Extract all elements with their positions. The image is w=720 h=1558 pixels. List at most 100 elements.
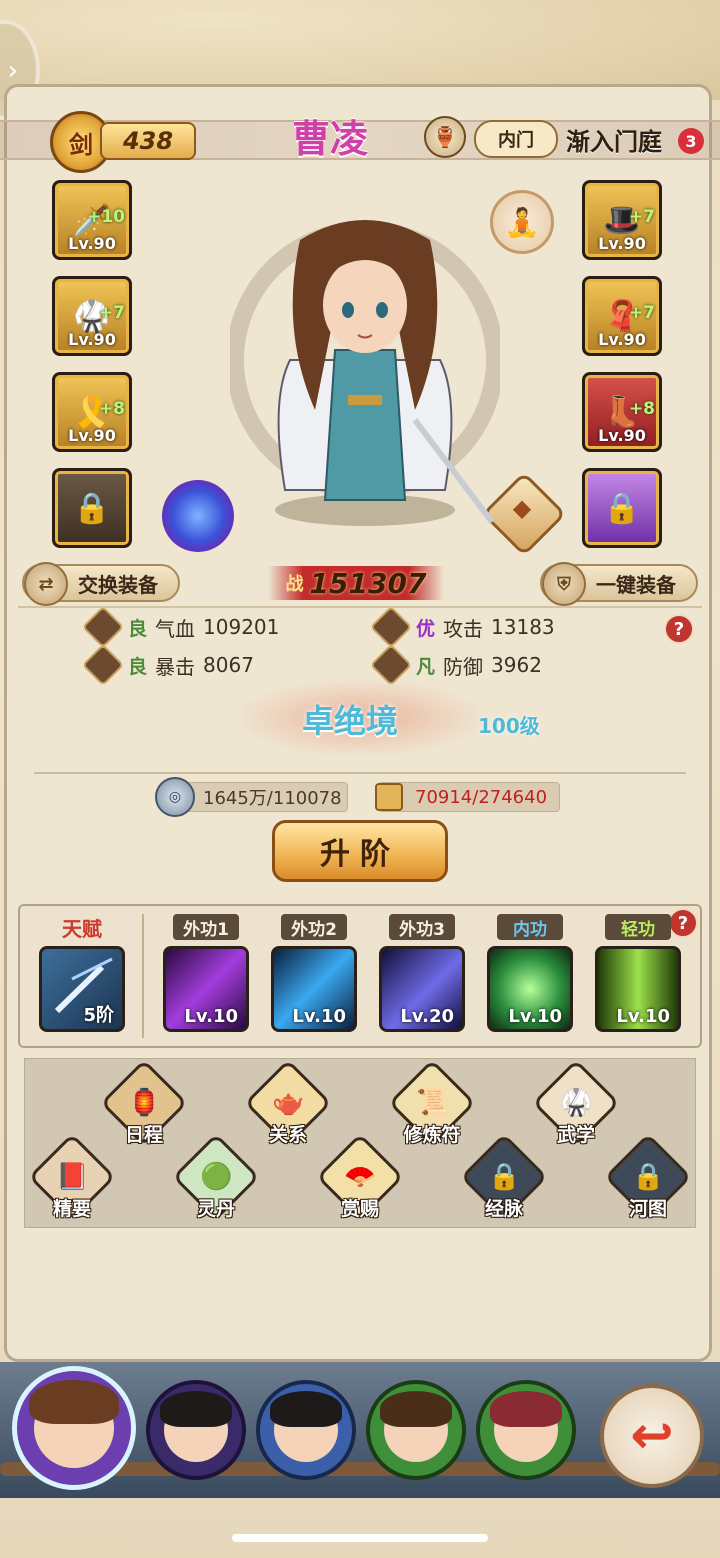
hero-portrait-5[interactable]: [476, 1380, 576, 1480]
equip-slot-weapon[interactable]: 🗡️ +10 Lv.90: [52, 180, 132, 260]
stat-grade: 优: [416, 617, 436, 640]
skill-tag: 外功1: [173, 914, 239, 940]
chevron-left-icon: ›: [7, 56, 18, 86]
equip-slot-hat[interactable]: 🎩 +7 Lv.90: [582, 180, 662, 260]
hero-portrait-4[interactable]: [366, 1380, 466, 1480]
hero-name: 曹凌: [291, 117, 368, 161]
feature-label: 赏赐: [340, 1198, 379, 1220]
hero-portrait: [230, 220, 500, 526]
slash-icon: Lv.10: [163, 946, 249, 1032]
advance-button[interactable]: 升阶: [272, 820, 448, 882]
scroll-cost: 70914/274640: [375, 782, 560, 812]
stat-label: 攻击: [443, 616, 484, 641]
feature-label: 武学: [556, 1124, 595, 1146]
home-indicator[interactable]: [232, 1534, 488, 1542]
skill-level: Lv.10: [508, 1006, 562, 1027]
fist-icon: [81, 643, 125, 687]
swap-equipment-label: 交换装备: [78, 572, 158, 597]
skill-light[interactable]: 轻功 Lv.10: [592, 914, 684, 1032]
sword-level: 438: [100, 122, 196, 160]
hero-face-avatar: [159, 1391, 233, 1463]
hero-portrait-3[interactable]: [256, 1380, 356, 1480]
hero-face-avatar: [269, 1391, 343, 1463]
swap-equipment-button[interactable]: ⇄ 交换装备: [22, 562, 180, 606]
skill-tag: 天赋: [62, 916, 102, 941]
spirit-orb-icon[interactable]: [162, 480, 234, 552]
notice-count-badge: 3: [678, 128, 704, 154]
hero-face-avatar: [379, 1391, 453, 1463]
hero-portrait-selected[interactable]: [12, 1366, 136, 1490]
auto-equip-label: 一键装备: [596, 572, 676, 597]
stats-help-icon[interactable]: ?: [664, 614, 694, 644]
divider: [142, 914, 144, 1038]
sect-status: 渐入门庭: [566, 128, 662, 156]
stat-value: 109201: [203, 615, 280, 639]
stat-attack: 优 攻击 13183: [369, 605, 555, 649]
feature-label: 精要: [52, 1198, 91, 1220]
realm-level: 100级: [478, 714, 540, 738]
return-arrow-icon[interactable]: ↩: [600, 1384, 704, 1488]
armor-set-icon: ⛨: [542, 562, 586, 606]
skill-level: Lv.10: [616, 1006, 670, 1027]
realm-name: 卓绝境: [302, 702, 399, 740]
equip-level: Lv.90: [68, 426, 116, 445]
feature-label: 关系: [268, 1124, 307, 1146]
sword-stat-icon: [369, 605, 413, 649]
equip-slot-locked-right[interactable]: 🔒: [582, 468, 662, 548]
stat-label: 暴击: [155, 654, 196, 679]
feature-meridians[interactable]: 🔒 经脉: [454, 1133, 554, 1221]
skill-tag: 外功3: [389, 914, 455, 940]
skill-outer-1[interactable]: 外功1 Lv.10: [160, 914, 252, 1032]
sect-badge[interactable]: 内门: [474, 120, 558, 158]
hero-face-avatar: [489, 1391, 563, 1463]
enhance-level: +8: [628, 399, 655, 419]
enhance-level: +7: [628, 303, 655, 323]
skill-outer-2[interactable]: 外功2 Lv.10: [268, 914, 360, 1032]
coin-cost: ◎ 1645万/110078: [155, 777, 348, 817]
gourd-icon[interactable]: 🏺: [424, 116, 466, 158]
combat-power-prefix: 战: [285, 574, 304, 595]
enhance-level: +7: [628, 207, 655, 227]
skill-level: 5阶: [83, 1005, 114, 1026]
stat-grade: 良: [128, 617, 148, 640]
equip-slot-belt[interactable]: 🎗️ +8 Lv.90: [52, 372, 132, 452]
enhance-level: +7: [98, 303, 125, 323]
stat-grade: 良: [128, 655, 148, 678]
feature-schedule[interactable]: 🏮 日程: [94, 1059, 194, 1147]
equip-level: Lv.90: [598, 234, 646, 253]
feature-rewards[interactable]: 🪭 赏赐: [310, 1133, 410, 1221]
equip-slot-locked-left[interactable]: 🔒: [52, 468, 132, 548]
dash-icon: Lv.10: [595, 946, 681, 1032]
flame-icon: Lv.10: [487, 946, 573, 1032]
combat-power: 战 151307: [268, 566, 444, 600]
feature-label: 经脉: [484, 1198, 523, 1220]
skill-inner[interactable]: 内功 Lv.10: [484, 914, 576, 1032]
equip-level: Lv.90: [598, 330, 646, 349]
feature-river-map[interactable]: 🔒 河图: [598, 1133, 698, 1221]
enhance-level: +10: [87, 207, 125, 227]
divider: [18, 606, 702, 608]
swap-icon: ⇄: [24, 562, 68, 606]
stat-value: 3962: [491, 653, 542, 677]
feature-relations[interactable]: 🫖 关系: [238, 1059, 338, 1147]
equip-level: Lv.90: [598, 426, 646, 445]
skill-level: Lv.10: [184, 1006, 238, 1027]
hero-face-avatar: [29, 1380, 119, 1468]
character-screen: › 剑 438 曹凌 🏺 内门 渐入门庭 3 🗡️ +10 Lv.90 🥋 +7…: [0, 0, 720, 1558]
feature-elixir[interactable]: 🟢 灵丹: [166, 1133, 266, 1221]
feature-label: 日程: [124, 1124, 163, 1146]
equip-slot-armor[interactable]: 🥋 +7 Lv.90: [52, 276, 132, 356]
skill-outer-3[interactable]: 外功3 Lv.20: [376, 914, 468, 1032]
feature-talisman[interactable]: 📜 修炼符: [382, 1059, 482, 1147]
auto-equip-button[interactable]: ⛨ 一键装备: [540, 562, 698, 606]
feature-label: 修炼符: [403, 1124, 461, 1146]
hero-portrait-2[interactable]: [146, 1380, 246, 1480]
heart-icon: [81, 605, 125, 649]
feature-martial-arts[interactable]: 🥋 武学: [526, 1059, 626, 1147]
coin-cost-value: 1645万/110078: [203, 788, 342, 809]
feature-essentials[interactable]: 📕 精要: [22, 1133, 122, 1221]
equip-slot-boots[interactable]: 👢 +8 Lv.90: [582, 372, 662, 452]
skill-tag: 内功: [497, 914, 563, 940]
skill-talent[interactable]: 天赋 5阶: [36, 914, 128, 1032]
equip-slot-bracer[interactable]: 🧣 +7 Lv.90: [582, 276, 662, 356]
